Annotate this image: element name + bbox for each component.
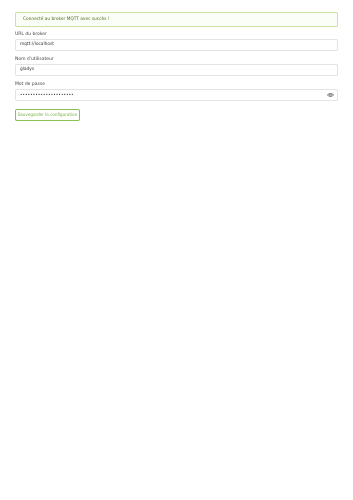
username-label: Nom d'utilisateur [15,57,54,62]
save-configuration-button[interactable]: Sauvegarder la configuration [15,109,80,121]
eye-icon[interactable] [327,92,334,98]
password-value: ••••••••••••••••••••• [20,92,74,97]
broker-url-label: URL du broker [15,32,47,37]
password-label: Mot de passe [15,82,45,87]
username-input[interactable]: gladys [15,64,338,76]
broker-url-value: mqtt://localhost [20,42,54,47]
username-value: gladys [20,67,35,72]
mqtt-settings-page: Connecté au broker MQTT avec succès ! UR… [0,0,353,500]
success-alert-text: Connecté au broker MQTT avec succès ! [23,17,110,22]
broker-url-input[interactable]: mqtt://localhost [15,39,338,51]
success-alert: Connecté au broker MQTT avec succès ! [15,12,338,27]
password-input[interactable]: ••••••••••••••••••••• [15,89,338,101]
